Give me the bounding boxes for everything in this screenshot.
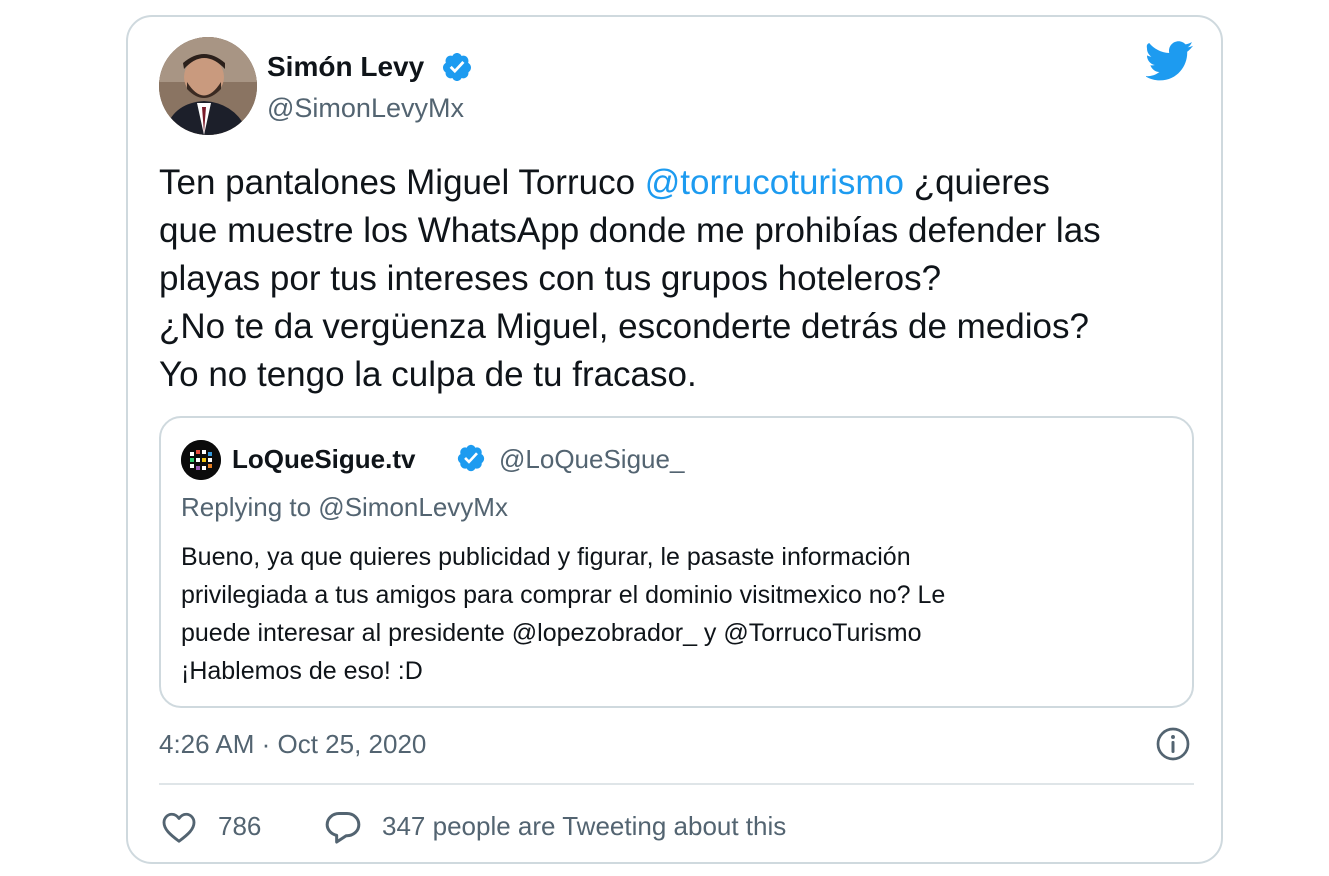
author-handle[interactable]: @SimonLevyMx xyxy=(267,91,464,125)
quoted-author-name[interactable]: LoQueSigue.tv xyxy=(232,442,415,476)
quoted-line-3: puede interesar al presidente @lopezobra… xyxy=(181,619,922,647)
quoted-author-handle[interactable]: @LoQueSigue_ xyxy=(499,442,684,476)
tweet-timestamp[interactable]: 4:26 AM · Oct 25, 2020 xyxy=(159,728,426,760)
info-icon[interactable] xyxy=(1155,726,1191,762)
tweet-line-2: que muestre los WhatsApp donde me prohib… xyxy=(159,211,1101,250)
divider xyxy=(159,783,1194,785)
tweet-card: Simón Levy @SimonLevyMx Ten pantalones M… xyxy=(126,15,1223,864)
tweeting-about-link[interactable]: 347 people are Tweeting about this xyxy=(382,810,786,842)
twitter-bird-icon[interactable] xyxy=(1146,41,1194,81)
tweet-body: Ten pantalones Miguel Torruco @torrucotu… xyxy=(159,159,1199,399)
verified-badge-icon xyxy=(457,444,485,472)
tweet-line-3: playas por tus intereses con tus grupos … xyxy=(159,259,942,298)
tweet-text-segment: ¿quieres xyxy=(903,163,1050,202)
tweet-line-4: ¿No te da vergüenza Miguel, esconderte d… xyxy=(159,307,1089,346)
like-count[interactable]: 786 xyxy=(218,810,261,842)
tweet-text-segment: Ten pantalones Miguel Torruco xyxy=(159,163,645,202)
quoted-line-1: Bueno, ya que quieres publicidad y figur… xyxy=(181,543,911,571)
replying-to: Replying to @SimonLevyMx xyxy=(181,492,508,522)
author-avatar[interactable] xyxy=(159,37,257,135)
tweet-line-1: Ten pantalones Miguel Torruco @torrucotu… xyxy=(159,159,1199,207)
quoted-author-avatar[interactable] xyxy=(181,440,221,480)
speech-bubble-icon[interactable] xyxy=(324,809,362,845)
quoted-line-4: ¡Hablemos de eso! :D xyxy=(181,657,423,685)
verified-badge-icon xyxy=(442,53,471,81)
mention-link-torrucoturismo[interactable]: @torrucoturismo xyxy=(645,163,904,202)
quoted-line-2: privilegiada a tus amigos para comprar e… xyxy=(181,581,946,609)
tweet-line-5: Yo no tengo la culpa de tu fracaso. xyxy=(159,355,697,394)
quoted-tweet[interactable]: LoQueSigue.tv @LoQueSigue_ Replying to @… xyxy=(159,416,1194,708)
quoted-tweet-body: Bueno, ya que quieres publicidad y figur… xyxy=(181,538,1171,690)
author-name[interactable]: Simón Levy xyxy=(267,50,424,84)
heart-icon[interactable] xyxy=(161,810,197,844)
